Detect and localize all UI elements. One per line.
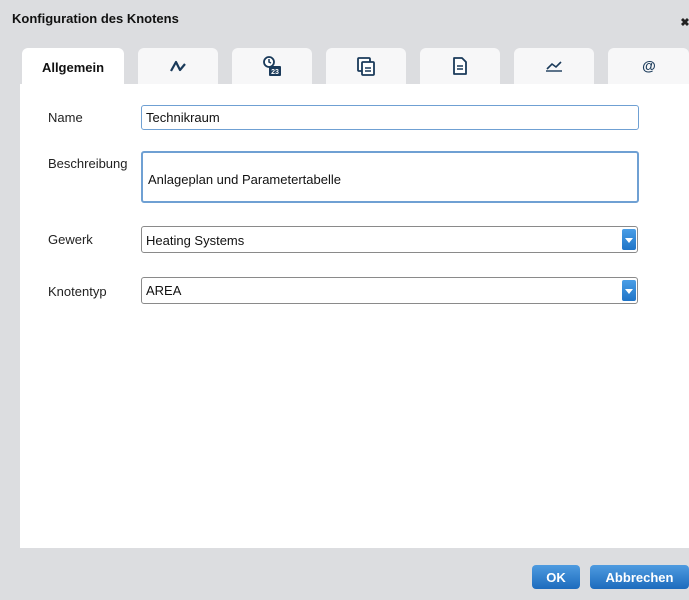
tab-allgemein-label: Allgemein xyxy=(41,59,105,75)
trade-label: Gewerk xyxy=(48,232,93,247)
document-icon xyxy=(453,57,467,75)
line-chart-icon xyxy=(546,61,562,72)
nodetype-value: AREA xyxy=(146,283,182,298)
chevron-down-icon[interactable] xyxy=(622,229,636,250)
at-icon: @ xyxy=(642,58,656,74)
description-value: Anlageplan und Parametertabelle xyxy=(148,172,341,187)
name-field[interactable]: Technikraum xyxy=(141,105,639,130)
tab-schedule[interactable]: 23 xyxy=(232,48,312,84)
name-label: Name xyxy=(48,110,83,125)
tab-document[interactable] xyxy=(420,48,500,84)
ok-button-label: OK xyxy=(546,569,566,585)
description-label: Beschreibung xyxy=(48,156,128,171)
nodetype-select[interactable]: AREA xyxy=(141,277,638,304)
name-value: Technikraum xyxy=(146,110,220,125)
svg-text:@: @ xyxy=(642,58,656,74)
curve-icon xyxy=(170,60,186,72)
sheets-icon xyxy=(357,57,375,76)
ok-button[interactable]: OK xyxy=(532,565,580,589)
cancel-button[interactable]: Abbrechen xyxy=(590,565,689,589)
description-field[interactable]: Anlageplan und Parametertabelle xyxy=(141,151,639,203)
dialog-title: Konfiguration des Knotens xyxy=(12,11,179,26)
tab-curve[interactable] xyxy=(138,48,218,84)
close-icon[interactable]: ✖ xyxy=(678,16,689,30)
chevron-down-icon[interactable] xyxy=(622,280,636,301)
cancel-button-label: Abbrechen xyxy=(605,569,674,585)
dialog-titlebar: Konfiguration des Knotens ✖ xyxy=(0,0,689,46)
tab-email[interactable]: @ xyxy=(608,48,689,84)
trade-select[interactable]: Heating Systems xyxy=(141,226,638,253)
tab-allgemein[interactable]: Allgemein xyxy=(22,48,124,86)
nodetype-label: Knotentyp xyxy=(48,284,107,299)
tab-sheets[interactable] xyxy=(326,48,406,84)
tab-chart[interactable] xyxy=(514,48,594,84)
svg-text:23: 23 xyxy=(271,69,279,76)
trade-value: Heating Systems xyxy=(146,233,245,248)
calendar-clock-icon: 23 xyxy=(263,56,281,76)
